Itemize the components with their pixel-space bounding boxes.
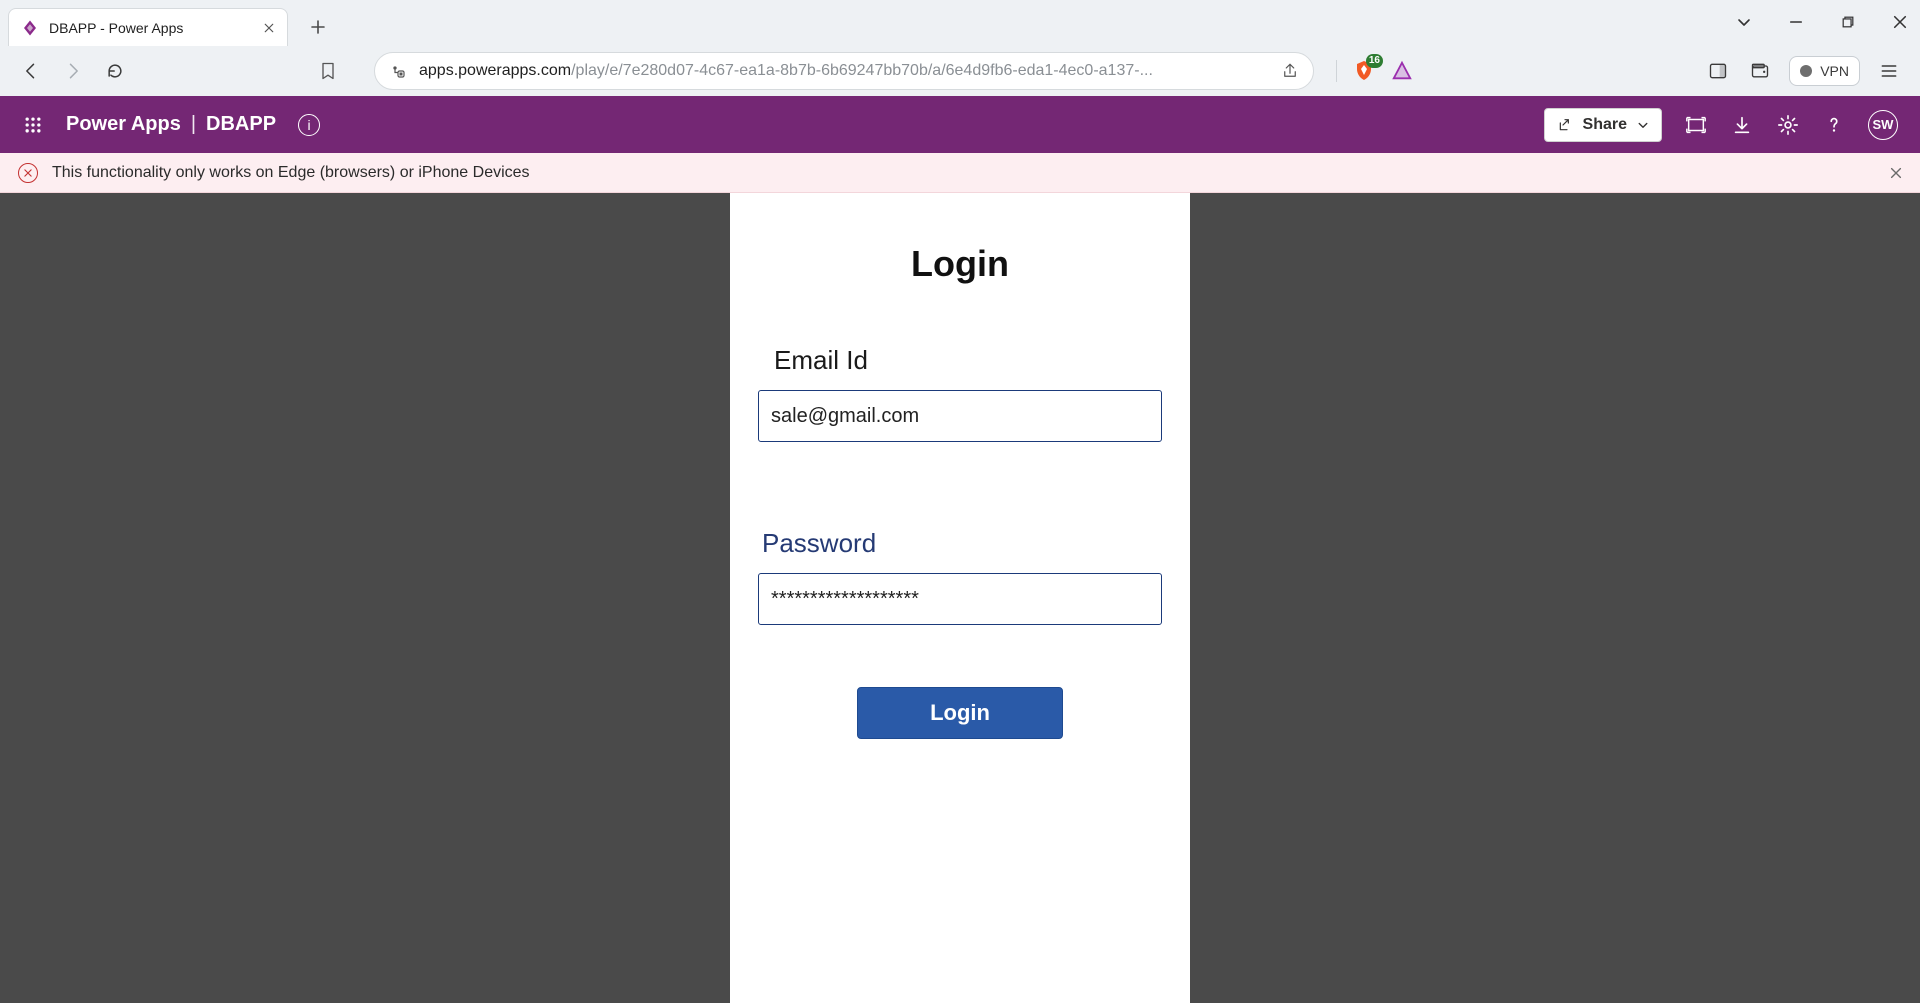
tab-close-icon[interactable] [261,20,277,36]
url-path: /play/e/7e280d07-4c67-ea1a-8b7b-6b69247b… [571,62,1153,79]
error-icon [18,163,38,183]
nav-back-button[interactable] [18,58,44,84]
warning-banner: This functionality only works on Edge (b… [0,153,1920,193]
url-host: apps.powerapps.com [419,62,571,79]
vpn-button[interactable]: VPN [1789,56,1860,86]
window-maximize-icon[interactable] [1836,10,1860,34]
app-canvas: Login Email Id Password Login [0,193,1920,1003]
password-input[interactable] [758,573,1162,625]
email-label: Email Id [758,345,1162,376]
email-input[interactable] [758,390,1162,442]
browser-tabstrip: DBAPP - Power Apps [0,0,1920,46]
new-tab-button[interactable] [302,11,334,43]
brand-separator: | [191,113,196,136]
login-button[interactable]: Login [857,687,1063,739]
brand-product[interactable]: Power Apps [66,113,181,136]
bookmark-icon[interactable] [314,61,342,81]
share-url-icon[interactable] [1281,62,1299,80]
login-form: Email Id Password Login [730,345,1190,739]
window-controls [1732,10,1912,34]
download-icon[interactable] [1730,113,1754,137]
user-avatar[interactable]: SW [1868,110,1898,140]
app-info-icon[interactable]: i [298,114,320,136]
url-omnibox[interactable]: apps.powerapps.com/play/e/7e280d07-4c67-… [374,52,1314,90]
powerapps-favicon [21,19,39,37]
login-screen: Login Email Id Password Login [730,193,1190,1003]
app-breadcrumb: Power Apps | DBAPP [66,113,276,136]
divider [1336,60,1337,82]
shields-badge: 16 [1366,54,1383,68]
browser-tab-active[interactable]: DBAPP - Power Apps [8,8,288,46]
browser-tab-title: DBAPP - Power Apps [49,20,251,36]
app-launcher-icon[interactable] [22,114,44,136]
banner-close-icon[interactable] [1886,163,1906,183]
nav-reload-button[interactable] [102,58,128,84]
login-button-label: Login [930,700,990,725]
browser-address-bar: apps.powerapps.com/play/e/7e280d07-4c67-… [0,46,1920,96]
avatar-initials: SW [1873,117,1894,132]
window-close-icon[interactable] [1888,10,1912,34]
fit-to-screen-icon[interactable] [1684,113,1708,137]
brand-app-name[interactable]: DBAPP [206,113,276,136]
share-button[interactable]: Share [1544,108,1662,142]
browser-menu-icon[interactable] [1876,58,1902,84]
search-tabs-icon[interactable] [1732,10,1756,34]
settings-gear-icon[interactable] [1776,113,1800,137]
login-title: Login [730,243,1190,285]
brave-rewards-icon[interactable] [1391,60,1413,82]
vpn-status-dot [1800,65,1812,77]
powerapps-header: Power Apps | DBAPP i Share SW [0,96,1920,153]
site-info-icon[interactable] [389,62,407,80]
vpn-label: VPN [1820,63,1849,79]
nav-forward-button[interactable] [60,58,86,84]
extension-icons: 16 [1336,58,1413,84]
sidebar-panel-icon[interactable] [1705,58,1731,84]
browser-right-controls: VPN [1705,56,1902,86]
chevron-down-icon [1637,119,1649,131]
help-icon[interactable] [1822,113,1846,137]
wallet-icon[interactable] [1747,58,1773,84]
url-text: apps.powerapps.com/play/e/7e280d07-4c67-… [419,62,1269,80]
password-label: Password [758,528,1162,559]
warning-message: This functionality only works on Edge (b… [52,164,530,182]
window-minimize-icon[interactable] [1784,10,1808,34]
share-button-label: Share [1583,116,1627,134]
browser-chrome: DBAPP - Power Apps [0,0,1920,96]
brave-shields-icon[interactable]: 16 [1351,58,1377,84]
